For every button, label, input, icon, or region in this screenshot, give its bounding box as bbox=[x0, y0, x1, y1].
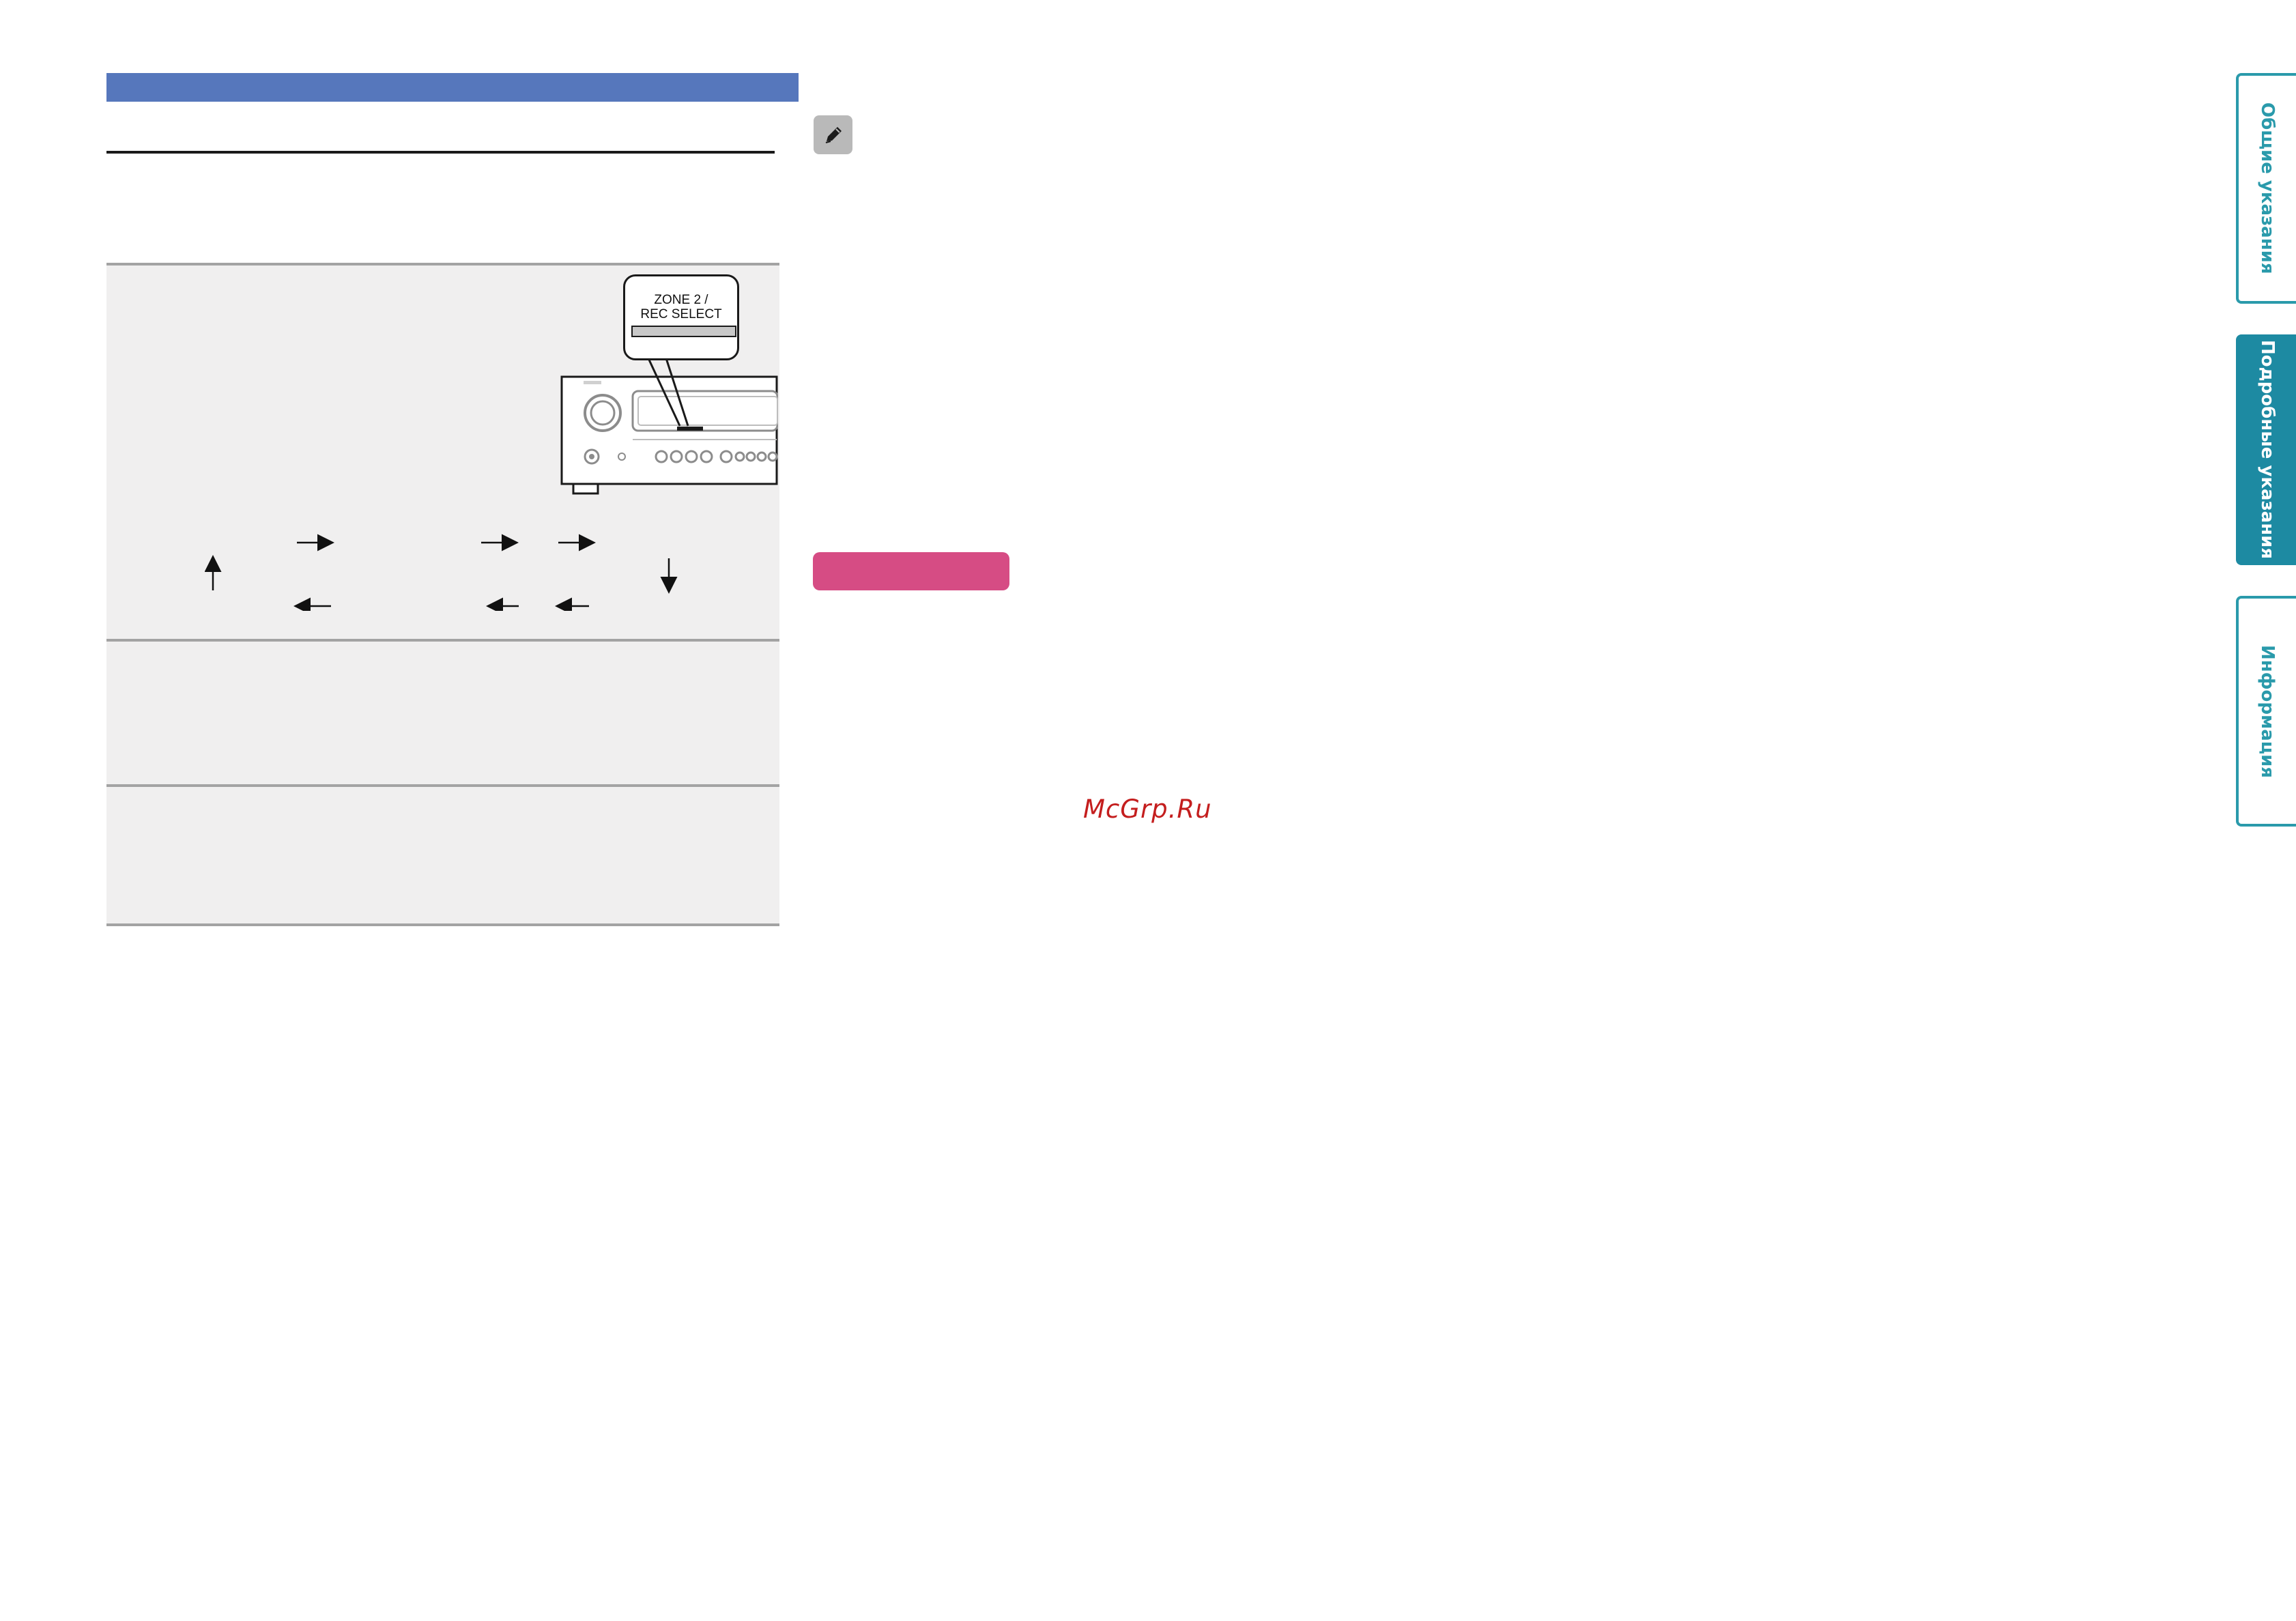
pencil-icon bbox=[814, 115, 852, 154]
watermark-text: McGrp.Ru bbox=[1083, 794, 1212, 824]
zone2-rec-select-button-graphic bbox=[631, 326, 736, 337]
tab-label: Подробные указания bbox=[2257, 340, 2278, 560]
tab-detailed-instructions[interactable]: Подробные указания bbox=[2236, 334, 2296, 565]
step-panel-3 bbox=[106, 787, 779, 923]
section-title-rule bbox=[106, 151, 775, 154]
callout-pointer bbox=[647, 358, 689, 427]
callout-label-text: ZONE 2 / REC SELECT bbox=[640, 293, 722, 321]
source-cycle-flow-diagram bbox=[205, 534, 678, 611]
tab-general-instructions[interactable]: Общие указания bbox=[2236, 73, 2296, 304]
step-panel-2 bbox=[106, 642, 779, 784]
section-header-bar bbox=[106, 73, 799, 102]
notice-badge bbox=[813, 552, 1009, 590]
zone2-rec-select-callout: ZONE 2 / REC SELECT bbox=[623, 274, 739, 360]
tab-label: Информация bbox=[2257, 644, 2278, 778]
tab-information[interactable]: Информация bbox=[2236, 596, 2296, 827]
tab-label: Общие указания bbox=[2257, 102, 2278, 274]
panel-divider bbox=[106, 923, 779, 926]
